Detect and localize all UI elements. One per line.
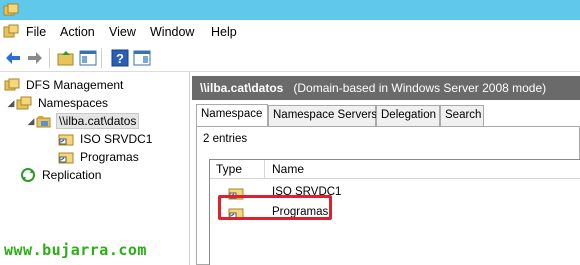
console-tree: DFS Management ◢ Namespaces ◢ \\ilba.cat…	[0, 72, 190, 265]
folder-target-icon	[58, 134, 74, 146]
tree-item-folder[interactable]: Programas	[58, 148, 141, 166]
menu-window[interactable]: Window	[150, 25, 194, 39]
forward-arrow-icon[interactable]	[26, 49, 44, 67]
replication-icon	[21, 168, 35, 182]
namespace-path: \\ilba.cat\datos	[200, 81, 284, 95]
dfs-management-icon	[3, 3, 19, 16]
list-header: Type Name	[210, 160, 580, 179]
show-action-pane-icon[interactable]	[133, 49, 151, 67]
toolbar-separator	[101, 48, 102, 68]
back-arrow-icon[interactable]	[4, 49, 22, 67]
tree-item-folder[interactable]: ISO SRVDC1	[58, 130, 154, 148]
collapse-arrow-icon[interactable]: ◢	[26, 116, 36, 127]
tree-label: Programas	[80, 150, 139, 164]
column-name[interactable]: Name	[272, 162, 304, 176]
entries-count: 2 entries	[203, 133, 248, 145]
menu-file[interactable]: File	[26, 25, 46, 39]
namespaces-icon	[16, 96, 32, 110]
tab-namespace[interactable]: Namespace	[196, 104, 268, 127]
tree-label: DFS Management	[26, 78, 124, 92]
namespace-mode: (Domain-based in Windows Server 2008 mod…	[293, 81, 547, 95]
help-icon[interactable]: ?	[111, 49, 129, 67]
menu-help[interactable]: Help	[211, 25, 237, 39]
mmc-document-icon[interactable]	[3, 24, 19, 40]
collapse-arrow-icon[interactable]: ◢	[6, 98, 16, 109]
tree-item-dfs-management[interactable]: DFS Management	[4, 76, 125, 94]
tree-label: \\ilba.cat\datos	[56, 113, 140, 129]
svg-text:?: ?	[116, 51, 124, 66]
watermark: www.bujarra.com	[4, 241, 147, 259]
column-separator[interactable]	[264, 160, 265, 178]
highlight-box	[218, 195, 332, 220]
tree-label: Replication	[42, 168, 102, 182]
tab-delegation[interactable]: Delegation	[376, 105, 440, 126]
menu-bar: File Action View Window Help	[0, 20, 580, 44]
pane-header: \\ilba.cat\datos (Domain-based in Window…	[192, 76, 580, 100]
tree-item-namespaces[interactable]: ◢ Namespaces	[6, 94, 110, 112]
window-titlebar	[0, 0, 580, 20]
tab-namespace-servers[interactable]: Namespace Servers	[268, 105, 377, 126]
toolbar-separator	[49, 48, 50, 68]
menu-view[interactable]: View	[109, 25, 136, 39]
toolbar: ?	[0, 44, 580, 72]
tree-label: Namespaces	[38, 96, 109, 110]
tree-item-namespace-datos[interactable]: ◢ \\ilba.cat\datos	[26, 112, 140, 130]
namespace-folder-icon	[36, 116, 51, 128]
tab-search[interactable]: Search	[440, 105, 484, 126]
menu-action[interactable]: Action	[60, 25, 95, 39]
column-type[interactable]: Type	[216, 162, 242, 176]
tree-item-replication[interactable]: Replication	[20, 166, 103, 184]
tree-label: ISO SRVDC1	[80, 132, 153, 146]
dfs-management-icon	[4, 78, 20, 91]
up-folder-icon[interactable]	[57, 49, 75, 67]
folder-target-icon	[58, 152, 74, 164]
results-pane: \\ilba.cat\datos (Domain-based in Window…	[192, 72, 580, 265]
show-hide-console-tree-icon[interactable]	[79, 49, 97, 67]
